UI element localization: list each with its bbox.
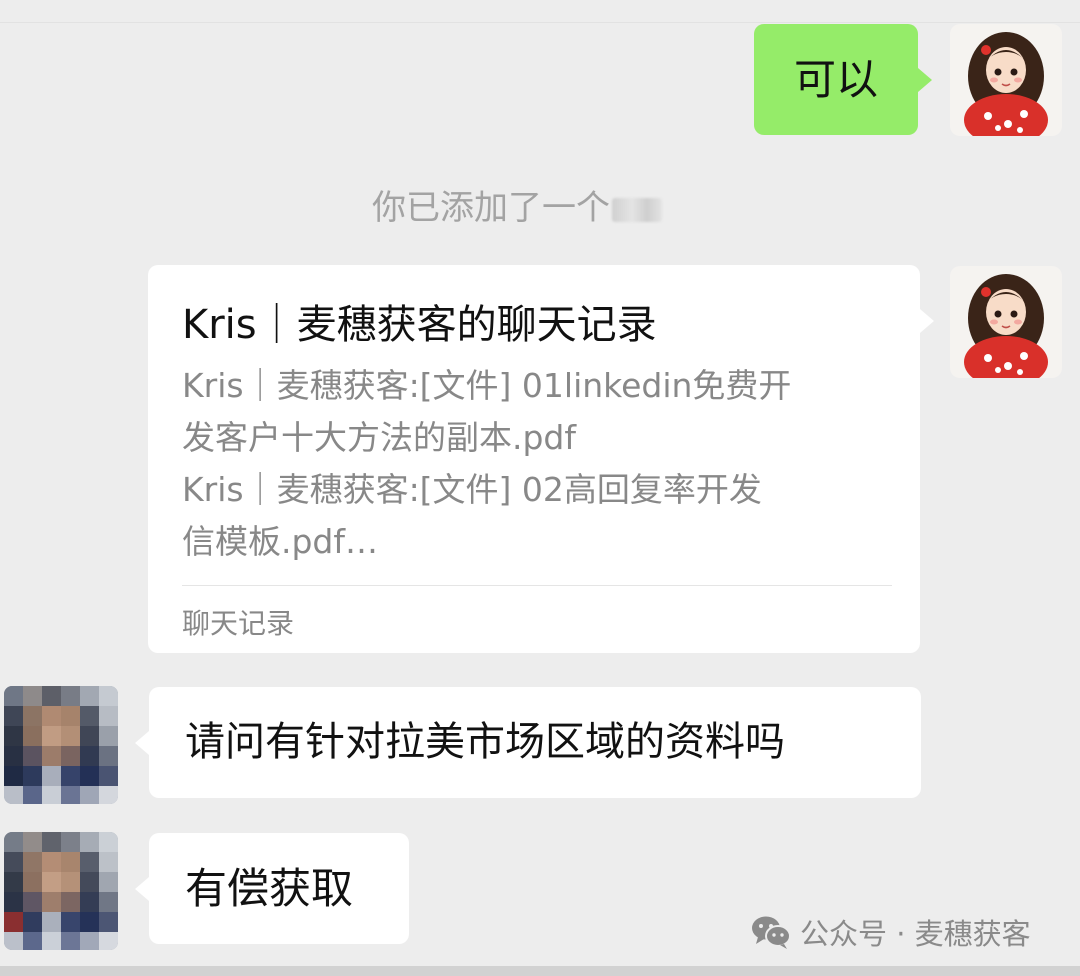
girl-avatar-icon: [950, 24, 1062, 136]
pixelated-avatar-icon: [4, 686, 118, 804]
self-avatar[interactable]: [950, 24, 1062, 136]
card-preview-line: Kris｜麦穗获客:[文件] 01linkedin免费开: [182, 366, 792, 405]
card-preview-line: 信模板.pdf…: [182, 522, 379, 561]
self-avatar[interactable]: [950, 266, 1062, 378]
bubble-tail: [135, 731, 149, 755]
bubble-tail: [920, 309, 934, 333]
card-preview-line: Kris｜麦穗获客:[文件] 02高回复率开发: [182, 470, 762, 509]
card-divider: [182, 585, 892, 586]
system-message-text: 你已添加了一个: [372, 188, 610, 228]
contact-avatar[interactable]: [4, 832, 118, 950]
pixelated-avatar-icon: [4, 832, 118, 950]
wechat-icon: [752, 916, 791, 949]
card-preview: Kris｜麦穗获客:[文件] 01linkedin免费开 发客户十大方法的副本.…: [182, 360, 902, 568]
message-text: 请问有针对拉美市场区域的资料吗: [185, 719, 785, 765]
system-message: 你已添加了一个: [372, 180, 662, 229]
message-bubble-paid[interactable]: 有偿获取: [135, 833, 409, 944]
bubble-tail: [918, 68, 932, 92]
message-text: 可以: [793, 55, 878, 104]
girl-avatar-icon: [950, 266, 1062, 378]
message-text: 有偿获取: [185, 864, 354, 913]
chat-history-card[interactable]: Kris｜麦穗获客的聊天记录 Kris｜麦穗获客:[文件] 01linkedin…: [148, 265, 934, 653]
card-footer-label: 聊天记录: [182, 607, 295, 640]
card-title: Kris｜麦穗获客的聊天记录: [182, 302, 657, 348]
redacted-block: [612, 197, 662, 222]
contact-avatar[interactable]: [4, 686, 118, 804]
bottom-edge: [0, 966, 1080, 976]
watermark: 公众号 · 麦穗获客: [750, 912, 1031, 952]
card-preview-line: 发客户十大方法的副本.pdf: [182, 418, 577, 457]
message-bubble-ok[interactable]: 可以: [754, 24, 932, 135]
top-divider: [0, 22, 1080, 23]
bubble-tail: [135, 877, 149, 901]
watermark-text: 公众号 · 麦穗获客: [800, 917, 1031, 951]
message-bubble-question[interactable]: 请问有针对拉美市场区域的资料吗: [135, 687, 921, 798]
